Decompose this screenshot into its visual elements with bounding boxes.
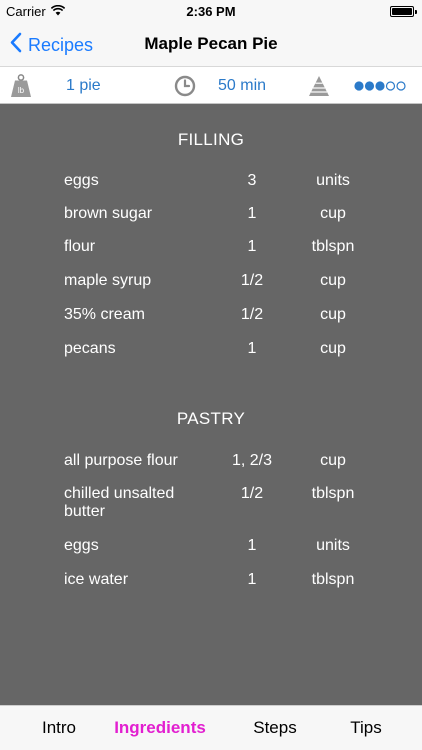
difficulty-dot-filled [354, 81, 364, 91]
chevron-left-icon [10, 32, 22, 58]
ingredient-quantity: 1 [247, 205, 257, 222]
battery-icon [390, 6, 417, 17]
tab-steps[interactable]: Steps [236, 718, 314, 738]
ingredient-name: flour [64, 238, 96, 255]
back-button-label: Recipes [28, 34, 94, 55]
difficulty-dot-empty [396, 81, 406, 91]
ingredient-name: pecans [64, 340, 116, 357]
ingredient-quantity: 1/2 [240, 272, 264, 289]
ingredient-name: chilled unsalted butter [64, 485, 175, 520]
tab-bar: Intro Ingredients Steps Tips [0, 705, 422, 750]
ingredient-name: all purpose flour [64, 452, 178, 469]
clock-icon [174, 67, 196, 105]
ingredient-name: maple syrup [64, 272, 152, 289]
difficulty-dot-empty [385, 81, 396, 91]
difficulty-dot-filled [364, 81, 375, 91]
ingredient-unit: cup [320, 452, 346, 469]
time-value: 50 min [218, 77, 267, 94]
status-bar: Carrier 2:36 PM [0, 0, 422, 24]
tab-tips[interactable]: Tips [330, 718, 402, 738]
ingredient-unit: tblspn [311, 485, 355, 502]
ingredient-quantity: 1/2 [240, 485, 264, 502]
ingredient-quantity: 3 [247, 172, 257, 189]
ingredient-unit: units [316, 172, 350, 189]
ingredient-unit: cup [320, 340, 346, 357]
ingredient-unit: cup [320, 205, 346, 222]
yield-value: 1 pie [66, 77, 101, 94]
back-button[interactable]: Recipes [10, 32, 93, 58]
tab-ingredients[interactable]: Ingredients [104, 718, 216, 738]
ingredients-content: FILLING eggs 3 units brown sugar 1 cup f… [0, 104, 422, 705]
ingredient-unit: units [316, 537, 350, 554]
ingredient-name: eggs [64, 172, 99, 189]
weight-icon: lb [10, 67, 32, 105]
difficulty-dot-filled [375, 81, 385, 91]
svg-text:lb: lb [18, 86, 25, 95]
ingredient-unit: cup [320, 272, 346, 289]
navigation-bar: Recipes Maple Pecan Pie [0, 24, 422, 66]
ingredient-quantity: 1 [247, 537, 257, 554]
ingredient-quantity: 1 [247, 238, 257, 255]
ingredient-quantity: 1, 2/3 [231, 452, 273, 469]
difficulty-rating [354, 67, 408, 105]
ingredient-unit: tblspn [311, 571, 355, 588]
ingredient-name: brown sugar [64, 205, 153, 222]
ingredient-name: 35% cream [64, 306, 145, 323]
status-time: 2:36 PM [186, 4, 236, 19]
difficulty-pyramid-icon [308, 67, 330, 105]
ingredient-unit: cup [320, 306, 346, 323]
recipe-info-bar: lb 1 pie 50 min [0, 66, 422, 104]
tab-intro[interactable]: Intro [22, 718, 96, 738]
ingredient-unit: tblspn [311, 238, 355, 255]
ingredient-quantity: 1/2 [240, 306, 264, 323]
ingredient-name: ice water [64, 571, 129, 588]
section-title-filling: FILLING [177, 130, 245, 149]
ingredient-quantity: 1 [247, 340, 257, 357]
ingredient-quantity: 1 [247, 571, 257, 588]
section-title-pastry: PASTRY [176, 409, 246, 428]
ingredient-name: eggs [64, 537, 99, 554]
